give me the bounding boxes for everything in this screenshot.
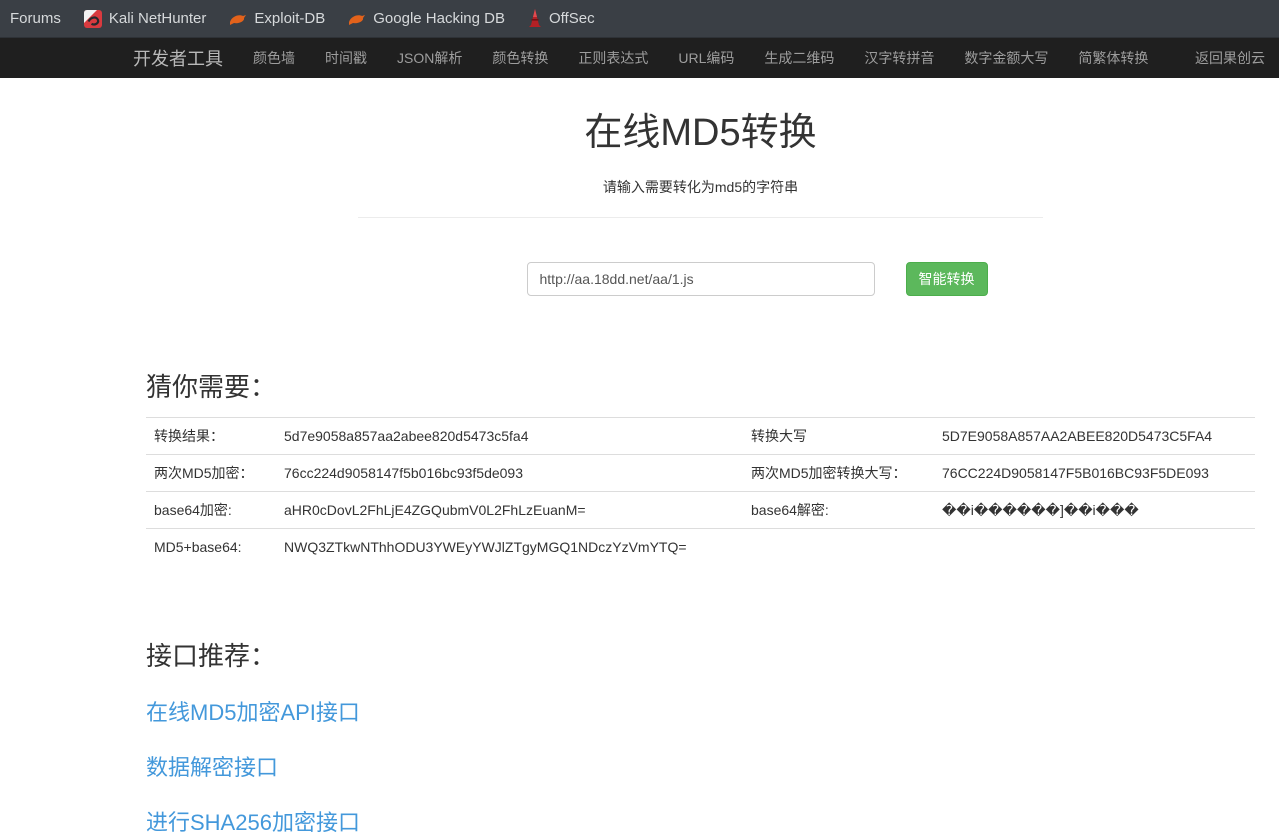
- nav-item-color-wall[interactable]: 颜色墙: [253, 48, 295, 68]
- table-row: 两次MD5加密： 76cc224d9058147f5b016bc93f5de09…: [146, 453, 1255, 492]
- navbar-brand-developer-tools[interactable]: 开发者工具: [133, 45, 223, 71]
- md5-source-input[interactable]: [526, 261, 875, 296]
- result-value: 76cc224d9058147f5b016bc93f5de093: [276, 453, 743, 492]
- result-value: [934, 527, 1255, 565]
- nav-item-color-convert[interactable]: 颜色转换: [492, 48, 548, 68]
- nav-item-json-parse[interactable]: JSON解析: [397, 48, 462, 68]
- table-row: 转换结果： 5d7e9058a857aa2abee820d5473c5fa4 转…: [146, 416, 1255, 455]
- page-title: 在线MD5转换: [584, 112, 817, 154]
- bookmark-google-hacking-db[interactable]: Google Hacking DB: [344, 10, 509, 27]
- results-heading: 猜你需要：: [146, 371, 277, 402]
- result-value: aHR0cDovL2FhLjE4ZGQubmV0L2FhLzEuanM=: [276, 490, 743, 529]
- md5-results-table: 转换结果： 5d7e9058a857aa2abee820d5473c5fa4 转…: [146, 416, 1255, 565]
- result-label: 两次MD5加密转换大写：: [743, 453, 934, 492]
- result-label: base64加密:: [146, 490, 276, 529]
- recommendations-heading: 接口推荐：: [146, 640, 277, 671]
- site-navbar: 开发者工具 颜色墙 时间戳 JSON解析 颜色转换 正则表达式 URL编码 生成…: [0, 38, 1279, 78]
- offsec-lighthouse-icon: [528, 8, 542, 29]
- nav-item-hanzi-to-pinyin[interactable]: 汉字转拼音: [864, 48, 934, 68]
- bookmark-google-hacking-db-label: Google Hacking DB: [373, 10, 505, 27]
- bookmarks-bar: Forums Kali NetHunter Exploit-DB Google …: [0, 0, 1279, 38]
- bookmark-exploit-db[interactable]: Exploit-DB: [225, 10, 329, 27]
- nav-item-url-encode[interactable]: URL编码: [678, 48, 734, 68]
- nav-item-regex[interactable]: 正则表达式: [578, 48, 648, 68]
- link-md5-api[interactable]: 在线MD5加密API接口: [146, 695, 360, 727]
- nav-item-amount-uppercase[interactable]: 数字金额大写: [964, 48, 1048, 68]
- smart-convert-button[interactable]: 智能转换: [905, 261, 988, 296]
- nav-item-timestamp[interactable]: 时间戳: [325, 48, 367, 68]
- table-row: MD5+base64: NWQ3ZTkwNThhODU3YWEyYWJlZTgy…: [146, 527, 1255, 565]
- result-value: ��i������]��i���: [934, 490, 1255, 529]
- bookmark-offsec-label: OffSec: [548, 10, 595, 27]
- result-value: 5D7E9058A857AA2ABEE820D5473C5FA4: [934, 416, 1255, 455]
- result-label: 转换结果：: [146, 416, 276, 455]
- bookmark-forums-label: Forums: [10, 10, 61, 27]
- hero-section: 在线MD5转换 请输入需要转化为md5的字符串 智能转换: [358, 78, 1043, 296]
- result-label: [743, 527, 934, 565]
- nav-item-qrcode-generate[interactable]: 生成二维码: [764, 48, 834, 68]
- exploit-db-bird-icon: [229, 12, 247, 26]
- kali-dragon-icon: [83, 9, 102, 28]
- result-label: base64解密:: [743, 490, 934, 529]
- table-row: base64加密: aHR0cDovL2FhLjE4ZGQubmV0L2FhLz…: [146, 490, 1255, 529]
- main-content: 在线MD5转换 请输入需要转化为md5的字符串 智能转换 猜你需要： 转换结果：…: [146, 78, 1255, 837]
- link-data-decrypt-api[interactable]: 数据解密接口: [146, 750, 278, 782]
- nav-item-simplified-traditional[interactable]: 简繁体转换: [1078, 48, 1148, 68]
- page-subtitle: 请输入需要转化为md5的字符串: [602, 178, 799, 195]
- hero-divider: [358, 216, 1043, 218]
- result-value: 5d7e9058a857aa2abee820d5473c5fa4: [276, 416, 743, 455]
- result-label: 转换大写: [743, 416, 934, 455]
- bookmark-forums[interactable]: Forums: [6, 10, 65, 27]
- bookmark-kali-nethunter-label: Kali NetHunter: [108, 10, 207, 27]
- link-sha256-api[interactable]: 进行SHA256加密接口: [146, 805, 360, 837]
- google-hacking-db-bird-icon: [348, 12, 366, 26]
- result-value: NWQ3ZTkwNThhODU3YWEyYWJlZTgyMGQ1NDczYzVm…: [276, 527, 743, 565]
- bookmark-exploit-db-label: Exploit-DB: [254, 10, 326, 27]
- convert-form: 智能转换: [358, 261, 1043, 296]
- bookmark-offsec[interactable]: OffSec: [524, 8, 599, 29]
- result-value: 76CC224D9058147F5B016BC93F5DE093: [934, 453, 1255, 492]
- result-label: MD5+base64:: [146, 527, 276, 565]
- result-label: 两次MD5加密：: [146, 453, 276, 492]
- bookmark-kali-nethunter[interactable]: Kali NetHunter: [80, 9, 211, 28]
- nav-item-back-to-guochuangyun[interactable]: 返回果创云: [1195, 48, 1265, 68]
